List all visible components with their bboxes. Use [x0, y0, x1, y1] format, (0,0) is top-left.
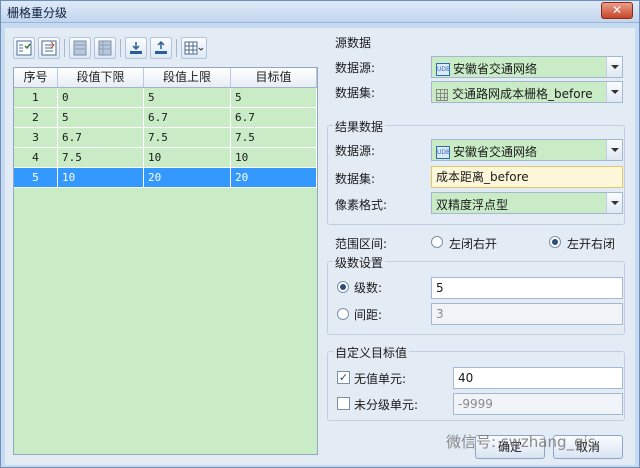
cell-upper[interactable]: 6.7 — [144, 108, 231, 127]
insert-row-icon — [73, 40, 87, 56]
cell-index[interactable]: 1 — [14, 88, 58, 107]
source-datasource-label: 数据源: — [335, 61, 376, 75]
udb-icon: UDB — [436, 63, 450, 76]
cell-lower[interactable]: 0 — [58, 88, 144, 107]
import-button[interactable] — [125, 37, 147, 59]
range-option1-label[interactable]: 左闭右开 — [449, 235, 497, 252]
chevron-down-icon[interactable] — [606, 193, 622, 213]
dialog-window: 栅格重分级 ✕ 序号 段值下限 段值上限 目标值 1 0 5 5 2 5 6.7… — [0, 0, 640, 468]
result-dataset-label: 数据集: — [335, 172, 376, 186]
title-bar[interactable]: 栅格重分级 ✕ — [1, 1, 639, 23]
cell-index[interactable]: 5 — [14, 168, 58, 187]
toolbar-separator — [176, 39, 177, 57]
cell-target[interactable]: 10 — [231, 148, 317, 167]
import-icon — [130, 42, 142, 54]
cell-upper[interactable]: 20 — [144, 168, 231, 187]
range-option2-label[interactable]: 左开右闭 — [567, 235, 615, 252]
udb-icon: UDB — [436, 146, 450, 159]
cell-lower[interactable]: 6.7 — [58, 128, 144, 147]
close-button[interactable]: ✕ — [601, 2, 633, 19]
table-row[interactable]: 3 6.7 7.5 7.5 — [14, 128, 317, 148]
reclass-table[interactable]: 序号 段值下限 段值上限 目标值 1 0 5 5 2 5 6.7 6.7 3 6… — [13, 67, 318, 455]
pixel-format-label: 像素格式: — [335, 198, 388, 212]
cell-upper[interactable]: 10 — [144, 148, 231, 167]
toolbar-separator — [120, 39, 121, 57]
source-datasource-combo[interactable]: UDB 安徽省交通网络 — [431, 56, 623, 78]
level-count-input[interactable]: 5 — [431, 277, 623, 299]
level-count-radio[interactable] — [337, 281, 349, 293]
custom-target-title: 自定义目标值 — [333, 344, 410, 361]
cell-upper[interactable]: 5 — [144, 88, 231, 107]
delete-row-icon — [98, 40, 112, 56]
range-option1-radio[interactable] — [431, 236, 443, 248]
table-row-selected[interactable]: 5 10 20 20 — [14, 168, 317, 188]
window-title: 栅格重分级 — [7, 6, 68, 20]
source-dataset-value: 交通路网成本栅格_before — [452, 87, 593, 101]
insert-row-button[interactable] — [69, 37, 91, 59]
cell-target[interactable]: 20 — [231, 168, 317, 187]
source-data-title: 源数据 — [333, 34, 374, 51]
result-datasource-value: 安徽省交通网络 — [453, 145, 538, 159]
column-header-target[interactable]: 目标值 — [231, 68, 317, 87]
result-dataset-input[interactable]: 成本距离_before — [431, 166, 623, 188]
table-header: 序号 段值下限 段值上限 目标值 — [14, 68, 317, 88]
chevron-down-icon[interactable] — [606, 82, 622, 102]
cell-lower[interactable]: 5 — [58, 108, 144, 127]
interval-input[interactable]: 3 — [431, 303, 623, 325]
result-datasource-combo[interactable]: UDB 安徽省交通网络 — [431, 139, 623, 161]
invert-select-icon — [41, 40, 57, 56]
nodata-label[interactable]: 无值单元: — [354, 370, 406, 387]
export-icon — [155, 40, 167, 54]
table-row[interactable]: 4 7.5 10 10 — [14, 148, 317, 168]
cell-index[interactable]: 3 — [14, 128, 58, 147]
chevron-down-icon[interactable] — [606, 140, 622, 160]
unclassified-input[interactable]: -9999 — [453, 393, 623, 415]
range-label: 范围区间: — [335, 237, 388, 251]
table-toolbar — [13, 36, 318, 60]
cell-target[interactable]: 5 — [231, 88, 317, 107]
select-all-button[interactable] — [13, 37, 35, 59]
source-dataset-label: 数据集: — [335, 86, 376, 100]
table-row[interactable]: 1 0 5 5 — [14, 88, 317, 108]
grid-dataset-icon — [436, 88, 448, 101]
select-all-icon — [16, 40, 32, 56]
range-option2-radio[interactable] — [549, 236, 561, 248]
cell-lower[interactable]: 7.5 — [58, 148, 144, 167]
source-datasource-value: 安徽省交通网络 — [453, 62, 538, 76]
unclassified-checkbox[interactable] — [337, 397, 350, 410]
level-settings-title: 级数设置 — [333, 254, 386, 271]
column-header-upper[interactable]: 段值上限 — [144, 68, 231, 87]
chevron-down-icon[interactable] — [606, 57, 622, 77]
cell-index[interactable]: 4 — [14, 148, 58, 167]
invert-select-button[interactable] — [38, 37, 60, 59]
cell-lower[interactable]: 10 — [58, 168, 144, 187]
table-settings-button[interactable] — [181, 37, 207, 59]
level-count-label[interactable]: 级数: — [354, 279, 382, 296]
cell-index[interactable]: 2 — [14, 108, 58, 127]
nodata-checkbox[interactable]: ✓ — [337, 371, 350, 384]
watermark-text: 微信号: swzhang_gis — [446, 433, 596, 451]
toolbar-separator — [64, 39, 65, 57]
export-button[interactable] — [150, 37, 172, 59]
pixel-format-combo[interactable]: 双精度浮点型 — [431, 192, 623, 214]
column-header-index[interactable]: 序号 — [14, 68, 58, 87]
result-datasource-label: 数据源: — [335, 144, 376, 158]
cell-target[interactable]: 6.7 — [231, 108, 317, 127]
unclassified-label[interactable]: 未分级单元: — [354, 396, 418, 413]
nodata-input[interactable]: 40 — [453, 367, 623, 389]
delete-row-button[interactable] — [94, 37, 116, 59]
cell-upper[interactable]: 7.5 — [144, 128, 231, 147]
interval-label[interactable]: 间距: — [354, 306, 382, 323]
table-row[interactable]: 2 5 6.7 6.7 — [14, 108, 317, 128]
pixel-format-value: 双精度浮点型 — [436, 198, 509, 212]
result-data-title: 结果数据 — [333, 118, 386, 135]
interval-radio[interactable] — [337, 308, 349, 320]
source-dataset-combo[interactable]: 交通路网成本栅格_before — [431, 81, 623, 103]
table-settings-icon — [184, 41, 204, 55]
column-header-lower[interactable]: 段值下限 — [58, 68, 144, 87]
dialog-body: 序号 段值下限 段值上限 目标值 1 0 5 5 2 5 6.7 6.7 3 6… — [5, 28, 635, 465]
cell-target[interactable]: 7.5 — [231, 128, 317, 147]
